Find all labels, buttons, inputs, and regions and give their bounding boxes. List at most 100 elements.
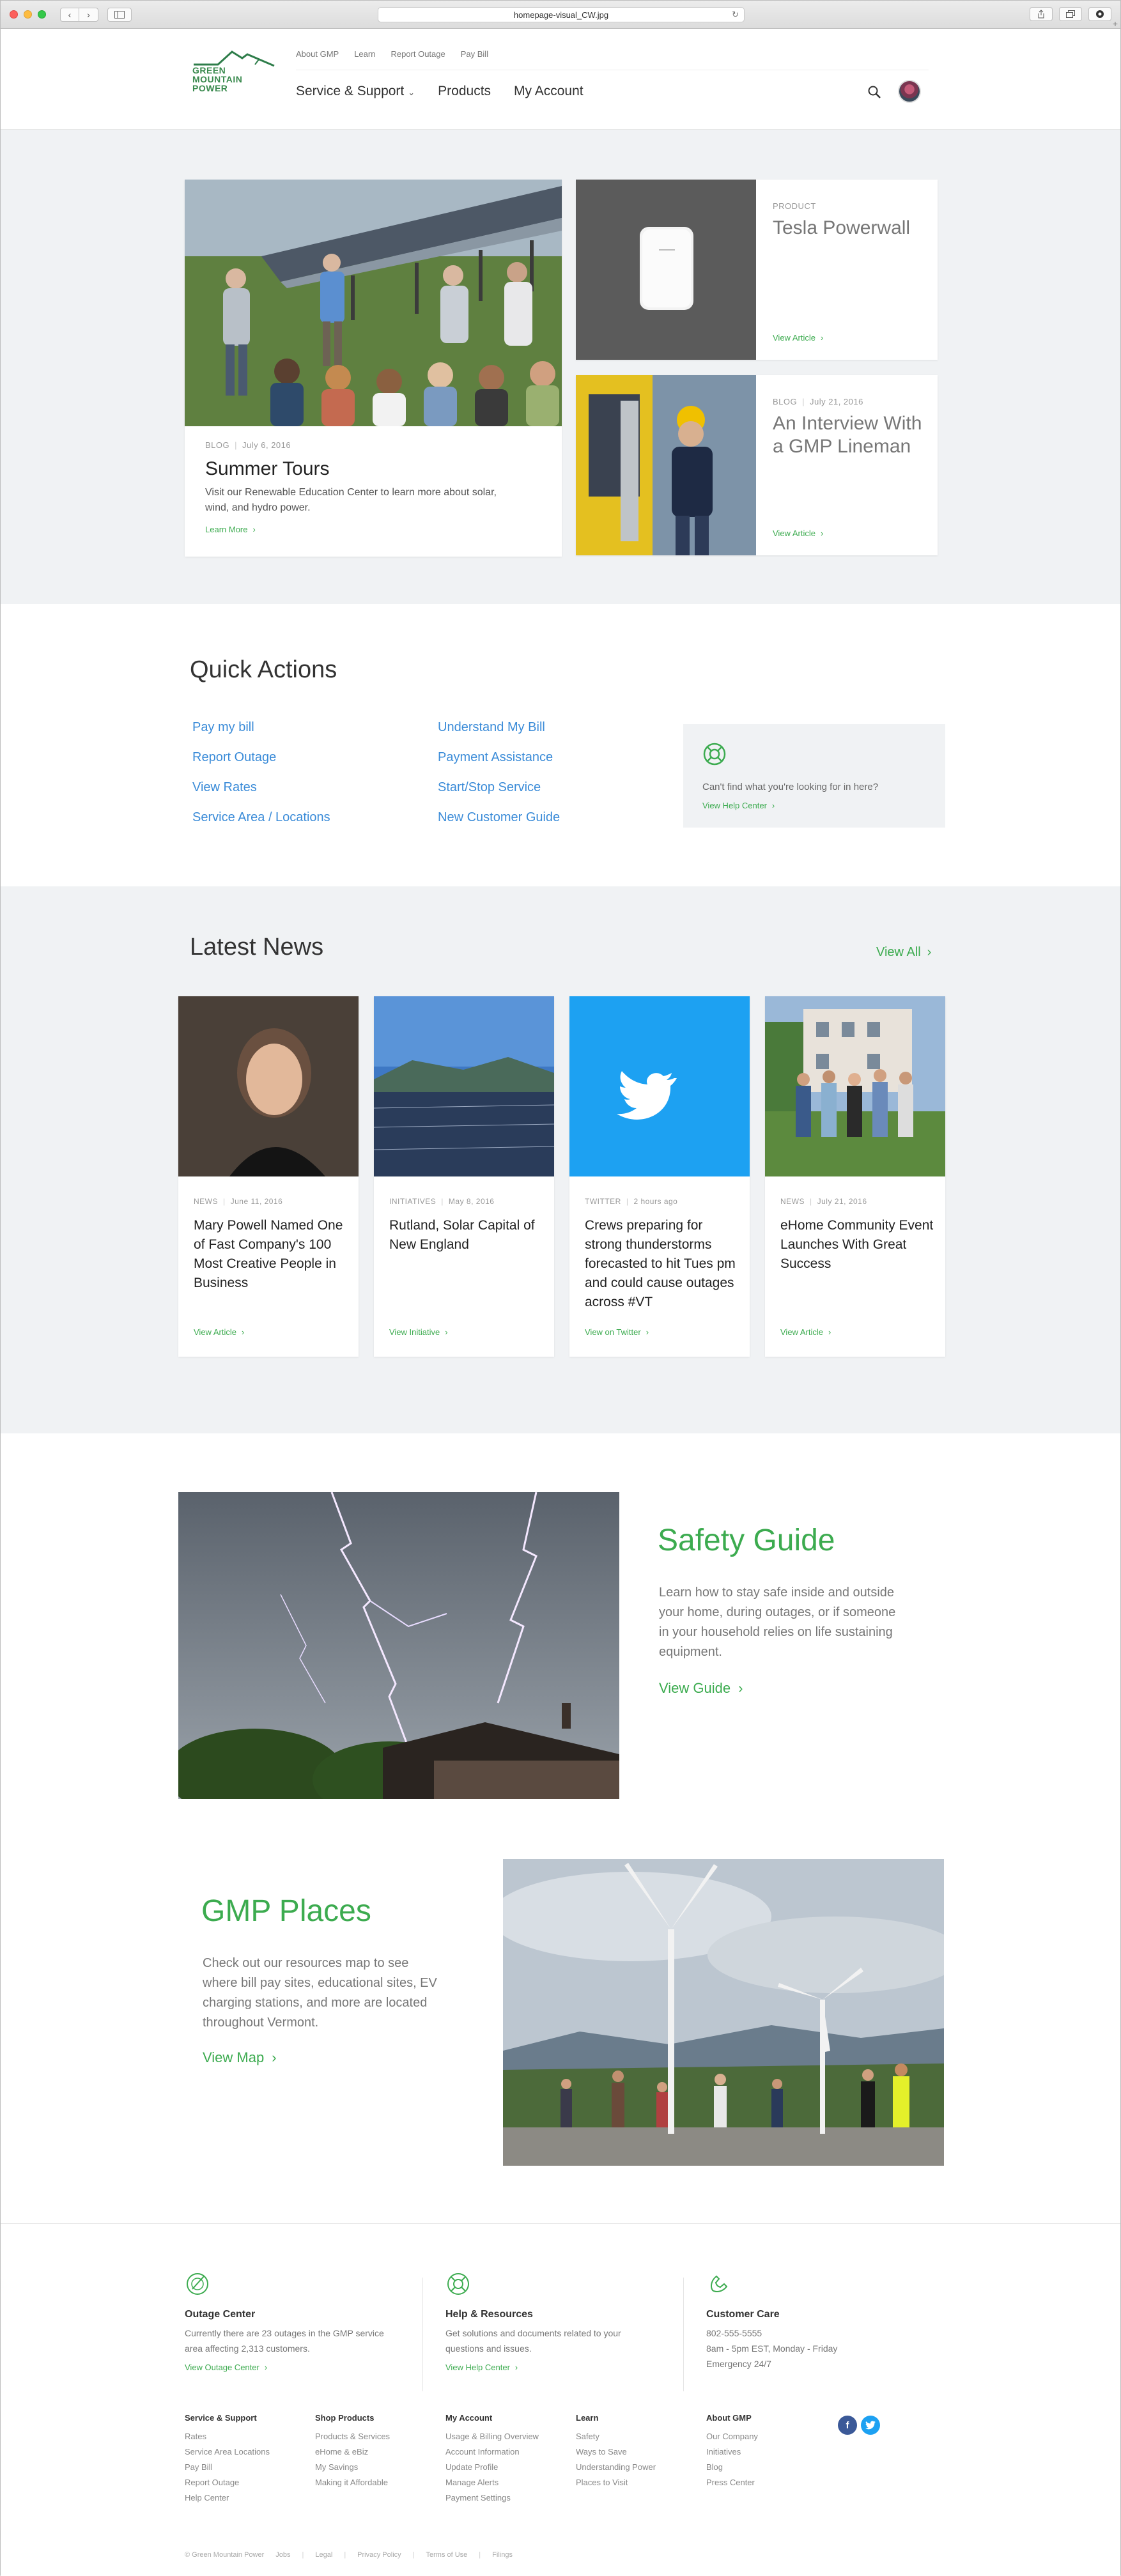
card-title[interactable]: An Interview With a GMP Lineman	[773, 412, 926, 458]
view-outage-center-link[interactable]: View Outage Center ›	[185, 2363, 428, 2372]
gmp-logo[interactable]: GREEN MOUNTAIN POWER	[192, 49, 275, 107]
news-card[interactable]: NEWS | July 21, 2016 eHome Community Event…	[765, 996, 945, 1357]
nav-service-support[interactable]: Service & Support ⌄	[296, 84, 415, 99]
legal-separator: |	[479, 2551, 481, 2559]
close-window-button[interactable]	[10, 10, 18, 19]
forward-button[interactable]: ›	[79, 7, 98, 22]
footer-link[interactable]: Blog	[706, 2460, 758, 2475]
footer-link[interactable]: Rates	[185, 2429, 270, 2444]
zoom-window-button[interactable]	[38, 10, 46, 19]
quick-action-pay-bill[interactable]: Pay my bill	[192, 720, 330, 735]
customer-care-phone[interactable]: 802-555-5555	[706, 2328, 762, 2338]
footer-link[interactable]: Press Center	[706, 2475, 758, 2490]
legal-link-terms[interactable]: Terms of Use	[426, 2551, 468, 2559]
news-link[interactable]: View Article ›	[780, 1327, 831, 1337]
nav-products[interactable]: Products	[438, 84, 491, 99]
search-icon[interactable]	[867, 85, 881, 99]
footer-link[interactable]: Update Profile	[445, 2460, 539, 2475]
footer-link[interactable]: Places to Visit	[576, 2475, 656, 2490]
quick-action-new-customer-guide[interactable]: New Customer Guide	[438, 810, 560, 825]
safety-guide-section: Safety Guide Learn how to stay safe insi…	[1, 1433, 1120, 1842]
news-title[interactable]: Crews preparing for strong thunderstorms…	[585, 1216, 738, 1312]
legal-separator: |	[302, 2551, 304, 2559]
quick-action-report-outage[interactable]: Report Outage	[192, 750, 330, 765]
quick-action-start-stop-service[interactable]: Start/Stop Service	[438, 780, 560, 795]
news-link[interactable]: View Initiative ›	[389, 1327, 448, 1337]
view-map-link[interactable]: View Map ›	[203, 2049, 277, 2066]
footer-link[interactable]: Account Information	[445, 2444, 539, 2460]
sidebar-toggle-button[interactable]	[107, 7, 132, 22]
extension-button[interactable]	[1088, 7, 1111, 21]
footer-link[interactable]: Making it Affordable	[315, 2475, 390, 2490]
footer-link[interactable]: Understanding Power	[576, 2460, 656, 2475]
footer-link[interactable]: My Savings	[315, 2460, 390, 2475]
reload-icon[interactable]: ↻	[732, 10, 739, 20]
legal-separator: |	[412, 2551, 415, 2559]
footer-link[interactable]: Payment Settings	[445, 2490, 539, 2506]
chevron-right-icon: ›	[738, 1680, 743, 1696]
legal-link-privacy[interactable]: Privacy Policy	[357, 2551, 401, 2559]
featured-title[interactable]: Summer Tours	[205, 458, 330, 480]
news-card[interactable]: TWITTER | 2 hours ago Crews preparing for …	[569, 996, 750, 1357]
share-button[interactable]	[1030, 7, 1053, 21]
footer-link[interactable]: Help Center	[185, 2490, 270, 2506]
view-article-link[interactable]: View Article ›	[773, 333, 823, 343]
featured-description: Visit our Renewable Education Center to …	[205, 487, 497, 513]
view-help-center-link[interactable]: View Help Center ›	[445, 2363, 688, 2372]
footer-link[interactable]: Ways to Save	[576, 2444, 656, 2460]
footer-link[interactable]: Initiatives	[706, 2444, 758, 2460]
link-label: View Article	[194, 1327, 236, 1337]
link-label: View on Twitter	[585, 1327, 641, 1337]
footer-links-service-support: Service & Support Rates Service Area Loc…	[185, 2413, 270, 2506]
chevron-right-icon: ›	[771, 801, 775, 810]
news-title[interactable]: Rutland, Solar Capital of New England	[389, 1216, 543, 1254]
twitter-icon[interactable]	[861, 2416, 880, 2435]
tabs-overview-button[interactable]	[1059, 7, 1082, 21]
footer-link[interactable]: Pay Bill	[185, 2460, 270, 2475]
utility-link-report-outage[interactable]: Report Outage	[390, 49, 445, 59]
featured-card-lineman[interactable]: BLOG | July 21, 2016 An Interview With a G…	[576, 375, 938, 555]
news-link[interactable]: View on Twitter ›	[585, 1327, 649, 1337]
legal-link-filings[interactable]: Filings	[492, 2551, 513, 2559]
news-title[interactable]: Mary Powell Named One of Fast Company's …	[194, 1216, 347, 1293]
facebook-icon[interactable]: f	[838, 2416, 857, 2435]
new-tab-icon[interactable]: +	[1113, 19, 1118, 29]
view-help-center-link[interactable]: View Help Center ›	[702, 801, 775, 810]
utility-link-learn[interactable]: Learn	[354, 49, 375, 59]
footer-col-title: Customer Care	[706, 2309, 780, 2320]
footer-link[interactable]: Products & Services	[315, 2429, 390, 2444]
quick-action-service-area[interactable]: Service Area / Locations	[192, 810, 330, 825]
footer-link[interactable]: Safety	[576, 2429, 656, 2444]
view-article-link[interactable]: View Article ›	[773, 528, 823, 538]
view-all-news-link[interactable]: View All ›	[876, 945, 931, 960]
nav-my-account[interactable]: My Account	[514, 84, 584, 99]
news-card[interactable]: INITIATIVES | May 8, 2016 Rutland, Solar C…	[374, 996, 554, 1357]
card-title[interactable]: Tesla Powerwall	[773, 217, 926, 240]
footer-link[interactable]: Usage & Billing Overview	[445, 2429, 539, 2444]
news-title[interactable]: eHome Community Event Launches With Grea…	[780, 1216, 934, 1274]
back-button[interactable]: ‹	[60, 7, 79, 22]
featured-card-tesla[interactable]: PRODUCT Tesla Powerwall View Article ›	[576, 180, 938, 360]
footer-link[interactable]: Report Outage	[185, 2475, 270, 2490]
legal-link-jobs[interactable]: Jobs	[275, 2551, 290, 2559]
featured-card-main[interactable]: BLOG | July 6, 2016 Summer Tours Visit our…	[185, 180, 562, 557]
view-guide-link[interactable]: View Guide ›	[659, 1680, 743, 1697]
quick-action-view-rates[interactable]: View Rates	[192, 780, 330, 795]
footer-link[interactable]: Service Area Locations	[185, 2444, 270, 2460]
footer-link[interactable]: eHome & eBiz	[315, 2444, 390, 2460]
learn-more-link[interactable]: Learn More ›	[205, 525, 256, 534]
address-bar[interactable]: homepage-visual_CW.jpg ↻	[378, 7, 745, 22]
news-link[interactable]: View Article ›	[194, 1327, 244, 1337]
quick-action-understand-bill[interactable]: Understand My Bill	[438, 720, 560, 735]
quick-action-payment-assistance[interactable]: Payment Assistance	[438, 750, 560, 765]
help-box-text: Can't find what you're looking for in he…	[702, 782, 879, 792]
minimize-window-button[interactable]	[24, 10, 32, 19]
utility-link-about[interactable]: About GMP	[296, 49, 339, 59]
footer-link[interactable]: Our Company	[706, 2429, 758, 2444]
utility-link-pay-bill[interactable]: Pay Bill	[461, 49, 488, 59]
footer-link[interactable]: Manage Alerts	[445, 2475, 539, 2490]
avatar[interactable]	[898, 80, 921, 103]
mary-powell-image	[178, 996, 359, 1176]
news-card[interactable]: NEWS | June 11, 2016 Mary Powell Named One…	[178, 996, 359, 1357]
legal-link-legal[interactable]: Legal	[315, 2551, 332, 2559]
